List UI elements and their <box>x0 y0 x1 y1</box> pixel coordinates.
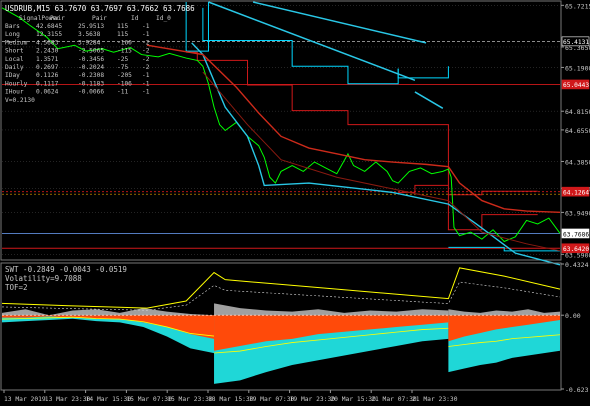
info-cell: -2 <box>142 56 150 63</box>
info-cell: -106 <box>117 80 132 87</box>
info-cell: 0.2697 <box>36 64 59 71</box>
info-cell: Bars <box>5 23 20 30</box>
info-cell: -0.1183 <box>78 80 104 87</box>
info-cell: -1 <box>142 31 150 38</box>
info-cell: IHour <box>5 89 24 96</box>
info-col-header: Pair <box>50 15 65 22</box>
time-tick-label: 21 Mar 23:30 <box>412 396 458 403</box>
info-cell: Short <box>5 48 24 55</box>
info-col-header: Pair <box>92 15 107 22</box>
info-cell: Medium <box>5 39 28 46</box>
price-tick-label: 65.1900 <box>565 64 590 72</box>
price-tick-label: 63.9490 <box>565 209 590 217</box>
time-tick-label: 15 Mar 07:30 <box>126 396 172 403</box>
info-cell: -2 <box>142 64 150 71</box>
price-tick-label: 64.6550 <box>565 127 590 135</box>
info-cell: -11 <box>117 89 128 96</box>
info-cell: -1 <box>142 72 150 79</box>
info-cell: Long <box>5 31 20 38</box>
time-tick-label: 18 Mar 15:30 <box>208 396 254 403</box>
info-cell: -205 <box>117 72 132 79</box>
info-cell: -75 <box>117 64 128 71</box>
time-tick-label: 14 Mar 15:30 <box>86 396 132 403</box>
info-cell: -0.2024 <box>78 64 104 71</box>
info-cell: -2 <box>142 48 150 55</box>
info-cell: 3.5638 <box>78 31 101 38</box>
info-cell: -1 <box>142 23 150 30</box>
price-tick-label: 65.7215 <box>565 2 590 10</box>
info-cell: Daily <box>5 64 24 71</box>
chart-canvas: SignalPowerPair Pair Id Id_0Bars 42.6845 25.9… <box>0 0 590 406</box>
info-cell: 3.9284 <box>78 39 101 46</box>
info-cell: Local <box>5 56 24 63</box>
info-cell: -160 <box>117 39 132 46</box>
info-cell: -115 <box>117 48 132 55</box>
swt-volatility: Volatility=9.7088 <box>5 274 82 283</box>
info-cell: 4.5683 <box>36 39 59 46</box>
info-cell: 25.9513 <box>78 23 104 30</box>
info-cell: 1.3571 <box>36 56 59 63</box>
info-cell: 0.0624 <box>36 89 59 96</box>
swt-header: SWT -0.2849 -0.0043 -0.0519 <box>5 265 127 274</box>
symbol-header: USDRUB,M15 63.7670 63.7697 63.7662 63.76… <box>5 4 195 13</box>
price-badge-label: 63.7686 <box>563 231 589 238</box>
info-cell: -25 <box>117 56 128 63</box>
price-badge-label: 63.6420 <box>563 246 589 253</box>
price-tick-label: 64.3850 <box>565 158 590 166</box>
time-tick-label: 13 Mar 23:30 <box>45 396 91 403</box>
price-badge-label: 64.1264 <box>563 189 589 196</box>
info-col-header: Id_0 <box>156 15 171 22</box>
time-tick-label: 13 Mar 2019 <box>4 396 46 403</box>
price-badge-label: 65.4131 <box>563 39 589 46</box>
info-cell: 0.1117 <box>36 80 59 87</box>
time-tick-label: 20 Mar 15:30 <box>330 396 376 403</box>
swt-tick-label: 0.4324 <box>565 261 589 269</box>
info-footer: V=0.2130 <box>5 97 35 104</box>
swt-tick-label: -0.623 <box>565 386 589 394</box>
info-col-header: Id <box>131 15 139 22</box>
info-cell: 2.2430 <box>36 48 59 55</box>
info-cell: -0.3456 <box>78 56 104 63</box>
price-tick-label: 64.8150 <box>565 108 590 116</box>
info-cell: -2.5065 <box>78 48 104 55</box>
info-cell: 0.1126 <box>36 72 59 79</box>
info-cell: -1 <box>142 80 150 87</box>
time-tick-label: 19 Mar 07:30 <box>249 396 295 403</box>
price-badge-label: 65.0443 <box>563 82 589 89</box>
info-cell: IDay <box>5 72 20 79</box>
info-cell: -1 <box>142 89 150 96</box>
info-cell: 12.3155 <box>36 31 62 38</box>
swt-tick-label: 0.00 <box>565 312 581 320</box>
time-tick-label: 21 Mar 07:30 <box>371 396 417 403</box>
info-cell: 115 <box>117 31 128 38</box>
swt-tof: TOF=2 <box>5 283 28 292</box>
info-cell: Hourly <box>5 80 28 87</box>
info-cell: -2 <box>142 39 150 46</box>
info-cell: -0.2308 <box>78 72 104 79</box>
info-cell: -0.0066 <box>78 89 104 96</box>
time-tick-label: 15 Mar 23:30 <box>167 396 213 403</box>
time-tick-label: 19 Mar 23:30 <box>290 396 336 403</box>
info-cell: 42.6845 <box>36 23 62 30</box>
info-cell: 115 <box>117 23 128 30</box>
